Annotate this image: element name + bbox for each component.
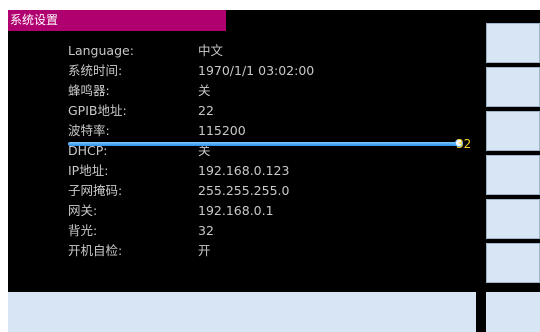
setting-value: 关 [198, 83, 211, 98]
setting-row-backlight[interactable]: 背光: 32 [8, 221, 468, 241]
setting-label: 系统时间: [68, 63, 123, 78]
setting-value: 255.255.255.0 [198, 183, 290, 198]
softkey-6[interactable] [486, 243, 540, 283]
setting-label: GPIB地址: [68, 103, 127, 118]
setting-row-buzzer[interactable]: 蜂鸣器: 关 [8, 81, 468, 101]
setting-row-ip-address[interactable]: IP地址: 192.168.0.123 [8, 161, 468, 181]
setting-label: 开机自检: [68, 243, 123, 258]
settings-screen: 系统设置 Language: 中文 系统时间: 1970/1/1 03:02:0… [8, 10, 540, 332]
setting-label: Language: [68, 43, 134, 58]
slider-track[interactable] [68, 142, 463, 146]
setting-row-power-on-self-test[interactable]: 开机自检: 开 [8, 241, 468, 261]
setting-value: 开 [198, 243, 211, 258]
backlight-slider[interactable] [68, 138, 463, 150]
setting-label: 蜂鸣器: [68, 83, 110, 98]
setting-row-language[interactable]: Language: 中文 [8, 41, 468, 61]
softkey-5[interactable] [486, 199, 540, 239]
setting-row-gateway[interactable]: 网关: 192.168.0.1 [8, 201, 468, 221]
bottom-softkey[interactable] [486, 292, 540, 332]
setting-label: 子网掩码: [68, 183, 123, 198]
window-title: 系统设置 [8, 10, 226, 31]
setting-row-system-time[interactable]: 系统时间: 1970/1/1 03:02:00 [8, 61, 468, 81]
setting-row-gpib-address[interactable]: GPIB地址: 22 [8, 101, 468, 121]
slider-value: 32 [456, 137, 472, 151]
setting-value: 192.168.0.1 [198, 203, 274, 218]
setting-label: IP地址: [68, 163, 109, 178]
setting-value: 32 [198, 223, 214, 238]
setting-value: 22 [198, 103, 214, 118]
setting-label: 背光: [68, 223, 98, 238]
softkey-4[interactable] [486, 155, 540, 195]
softkey-3[interactable] [486, 111, 540, 151]
setting-value: 192.168.0.123 [198, 163, 290, 178]
softkey-1[interactable] [486, 23, 540, 63]
bottom-menu-bar[interactable] [8, 292, 476, 332]
setting-label: 网关: [68, 203, 98, 218]
softkey-2[interactable] [486, 67, 540, 107]
setting-value: 1970/1/1 03:02:00 [198, 63, 315, 78]
setting-row-subnet-mask[interactable]: 子网掩码: 255.255.255.0 [8, 181, 468, 201]
setting-value: 中文 [198, 43, 224, 58]
